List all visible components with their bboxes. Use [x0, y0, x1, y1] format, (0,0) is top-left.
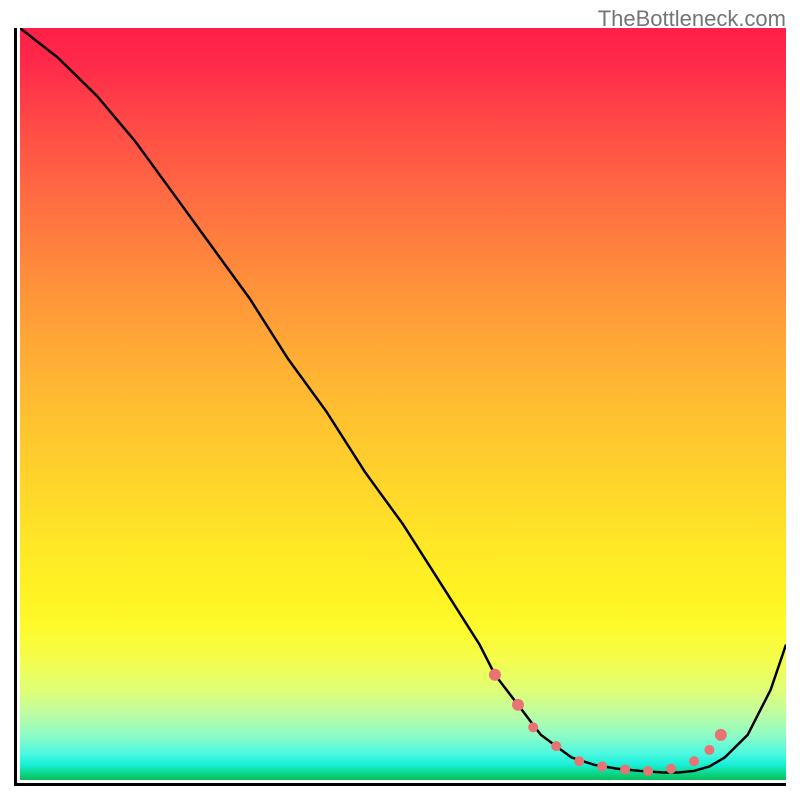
curve-marker: [574, 756, 584, 766]
curve-markers: [489, 669, 727, 776]
curve-marker: [489, 669, 501, 681]
chart-svg: [20, 28, 786, 780]
bottleneck-curve-line: [20, 28, 786, 773]
chart-plot-area: [14, 28, 786, 786]
curve-marker: [643, 766, 653, 776]
curve-marker: [666, 764, 676, 774]
curve-marker: [512, 699, 524, 711]
curve-marker: [620, 764, 630, 774]
curve-marker: [551, 741, 561, 751]
curve-marker: [689, 756, 699, 766]
curve-marker: [715, 729, 727, 741]
curve-marker: [704, 745, 714, 755]
curve-marker: [597, 761, 607, 771]
curve-marker: [528, 722, 538, 732]
